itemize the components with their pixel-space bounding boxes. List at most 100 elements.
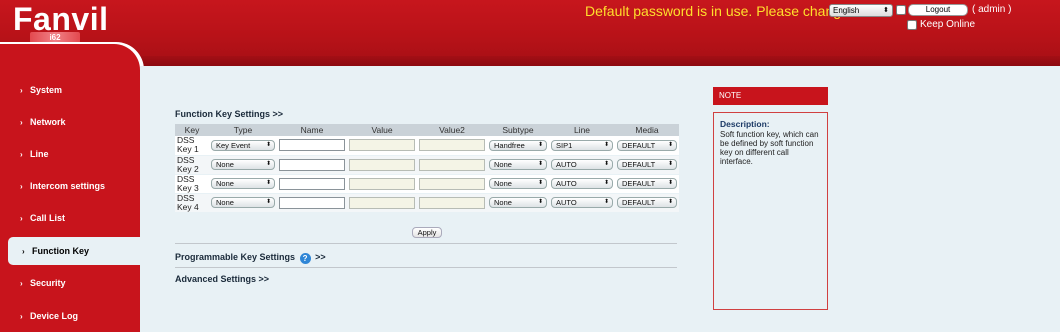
name-input[interactable] [279, 158, 345, 171]
name-input[interactable] [279, 196, 345, 209]
column-header: Value2 [417, 124, 487, 136]
key-cell: DSS Key 2 [175, 155, 209, 175]
line-select[interactable]: AUTO ⬍ [551, 159, 613, 170]
help-icon[interactable]: ? [299, 253, 311, 264]
language-select[interactable]: English ⬍ [829, 4, 893, 17]
type-value: None [216, 198, 234, 207]
chevron-updown-icon: ⬍ [537, 180, 543, 186]
subtype-select[interactable]: Handfree ⬍ [489, 139, 547, 151]
sidebar-item-label: Call List [30, 213, 66, 223]
table-row: DSS Key 4 None ⬍ None ⬍ AUTO ⬍ DEFAULT ⬍ [175, 193, 679, 213]
key-number: Key 4 [177, 201, 199, 212]
apply-button[interactable]: Apply [412, 227, 442, 238]
advanced-settings-link[interactable]: Advanced Settings >> [175, 274, 269, 284]
language-value: English [833, 6, 860, 15]
chevron-right-icon: › [20, 118, 23, 127]
type-select[interactable]: None ⬍ [211, 159, 275, 170]
column-header: Subtype [487, 124, 549, 136]
sidebar-item-device-log[interactable]: › Device Log [0, 302, 140, 330]
table-row: DSS Key 1 Key Event ⬍ Handfree ⬍ SIP1 ⬍ DEFA… [175, 136, 679, 156]
keep-online-checkbox[interactable] [907, 20, 917, 30]
media-select[interactable]: DEFAULT ⬍ [617, 159, 677, 170]
sidebar-item-label: Intercom settings [30, 181, 106, 191]
default-password-warning[interactable]: Default password is in use. Please chang… [585, 2, 849, 20]
key-cell: DSS Key 1 [175, 136, 209, 156]
media-select[interactable]: DEFAULT ⬍ [617, 197, 677, 208]
value2-input[interactable] [419, 139, 485, 152]
name-input[interactable] [279, 139, 345, 152]
brand-logo: Fanvil [13, 1, 109, 37]
subtype-select[interactable]: None ⬍ [489, 178, 547, 189]
chevron-updown-icon: ⬍ [667, 161, 673, 167]
chevron-updown-icon: ⬍ [265, 161, 271, 167]
sidebar-item-label: System [30, 85, 63, 95]
chevron-right-icon: › [20, 279, 23, 288]
keep-online-label: Keep Online [920, 19, 976, 30]
logout-button[interactable]: Logout [908, 4, 968, 16]
subtype-value: Handfree [494, 140, 525, 150]
sidebar-item-label: Network [30, 117, 66, 127]
note-description: Soft function key, which can be defined … [720, 130, 819, 166]
value2-input[interactable] [419, 196, 485, 209]
media-select[interactable]: DEFAULT ⬍ [617, 139, 677, 151]
chevron-updown-icon: ⬍ [603, 180, 609, 186]
sidebar-item-function-key[interactable]: › Function Key [8, 237, 140, 265]
chevron-updown-icon: ⬍ [667, 199, 673, 205]
programmable-key-settings-link[interactable]: Programmable Key Settings ? >> [175, 252, 326, 264]
divider [175, 243, 677, 244]
line-select[interactable]: AUTO ⬍ [551, 178, 613, 189]
value-input[interactable] [349, 196, 415, 209]
chevron-right-icon: › [22, 247, 25, 256]
table-row: DSS Key 2 None ⬍ None ⬍ AUTO ⬍ DEFAULT ⬍ [175, 155, 679, 175]
programmable-key-settings-title: Programmable Key Settings [175, 252, 296, 262]
line-select[interactable]: AUTO ⬍ [551, 197, 613, 208]
current-user-label: ( admin ) [972, 4, 1012, 15]
line-select[interactable]: SIP1 ⬍ [551, 139, 613, 151]
chevron-updown-icon: ⬍ [667, 141, 673, 148]
type-select[interactable]: None ⬍ [211, 197, 275, 208]
table-row: DSS Key 3 None ⬍ None ⬍ AUTO ⬍ DEFAULT ⬍ [175, 174, 679, 194]
sidebar-item-system[interactable]: › System [0, 76, 140, 104]
sidebar-item-security[interactable]: › Security [0, 269, 140, 297]
subtype-select[interactable]: None ⬍ [489, 197, 547, 208]
value-input[interactable] [349, 177, 415, 190]
value2-input[interactable] [419, 177, 485, 190]
type-select[interactable]: Key Event ⬍ [211, 139, 275, 151]
sidebar-item-intercom-settings[interactable]: › Intercom settings [0, 172, 140, 200]
sidebar-item-network[interactable]: › Network [0, 108, 140, 136]
column-header: Name [277, 124, 347, 136]
chevron-right-icon: › [20, 150, 23, 159]
note-box: Description: Soft function key, which ca… [713, 112, 828, 310]
column-header: Key [175, 124, 209, 136]
value-input[interactable] [349, 158, 415, 171]
note-heading: NOTE [713, 87, 828, 105]
key-number: Key 1 [177, 144, 199, 155]
sidebar-item-label: Function Key [32, 246, 90, 256]
column-header: Type [209, 124, 277, 136]
sidebar-item-label: Device Log [30, 311, 79, 321]
column-header: Value [347, 124, 417, 136]
note-title: Description: [720, 119, 770, 129]
header-checkbox[interactable] [896, 5, 906, 15]
subtype-select[interactable]: None ⬍ [489, 159, 547, 170]
media-select[interactable]: DEFAULT ⬍ [617, 178, 677, 189]
chevron-updown-icon: ⬍ [265, 141, 271, 148]
sidebar-item-call-list[interactable]: › Call List [0, 204, 140, 232]
value2-input[interactable] [419, 158, 485, 171]
chevron-updown-icon: ⬍ [537, 141, 543, 148]
name-input[interactable] [279, 177, 345, 190]
line-value: SIP1 [556, 140, 573, 150]
chevron-updown-icon: ⬍ [537, 199, 543, 205]
type-select[interactable]: None ⬍ [211, 178, 275, 189]
value-input[interactable] [349, 139, 415, 152]
function-key-table: Key Type Name Value Value2 Subtype Line … [175, 124, 679, 213]
function-key-settings-title[interactable]: Function Key Settings >> [175, 109, 283, 119]
sidebar-item-label: Security [30, 278, 66, 288]
sidebar-item-line[interactable]: › Line [0, 140, 140, 168]
chevron-updown-icon: ⬍ [265, 180, 271, 186]
header-shade [140, 56, 1060, 66]
line-value: AUTO [556, 198, 577, 207]
media-value: DEFAULT [622, 179, 656, 188]
chevron-right-icon: › [20, 214, 23, 223]
key-number: Key 3 [177, 182, 199, 193]
